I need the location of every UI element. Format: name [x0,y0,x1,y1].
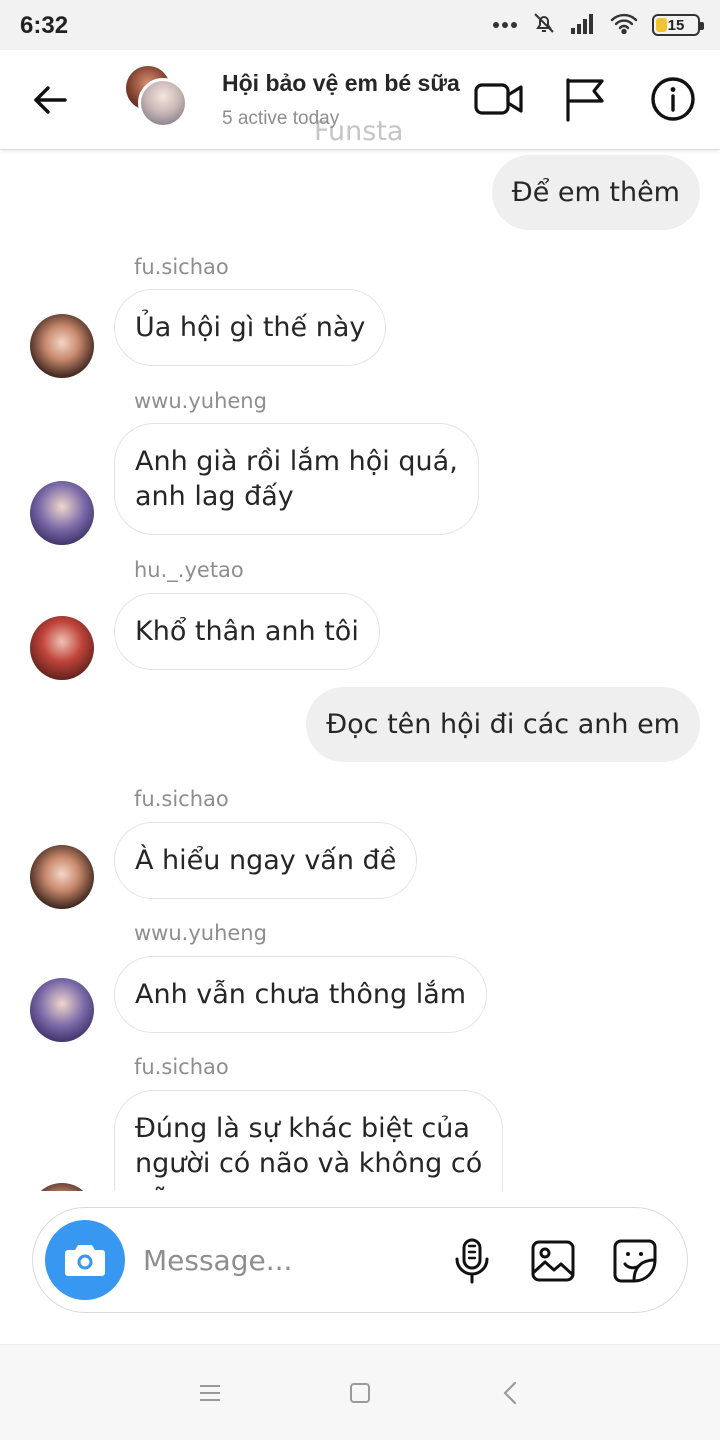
recents-button[interactable] [190,1377,230,1409]
incoming-message[interactable]: Ủa hội gì thế này [114,289,387,366]
image-gallery-icon [531,1240,575,1282]
sender-name: fu.sichao [134,255,229,279]
watermark: Funsta [314,116,404,147]
status-icons: 15 [492,11,704,40]
chat-title[interactable]: Hội bảo vệ em bé sữa [222,70,460,97]
message-text: Để em thêm [511,177,680,208]
sender-name: wwu.yuheng [134,389,267,413]
message-text: anh lag đấy [135,481,294,512]
sender-avatar[interactable] [30,978,94,1042]
chevron-left-icon [503,1381,517,1405]
menu-icon [200,1385,220,1401]
sender-avatar[interactable] [30,481,94,545]
video-camera-icon [474,83,523,115]
incoming-message[interactable]: Đúng là sự khác biệt của người có não và… [114,1090,504,1191]
voice-message-button[interactable] [447,1236,497,1286]
sender-name: wwu.yuheng [134,921,267,945]
incoming-message[interactable]: Anh già rồi lắm hội quá, anh lag đấy [114,423,479,535]
system-nav-bar [0,1344,720,1440]
message-text: Đúng là sự khác biệt của [135,1113,470,1144]
message-composer [32,1207,688,1313]
outgoing-message[interactable]: Để em thêm [491,155,700,230]
battery-level: 15 [667,16,685,34]
status-time: 6:32 [20,12,69,39]
signal-icon [570,12,596,39]
report-button[interactable] [558,72,612,126]
back-button[interactable] [28,78,72,122]
sender-avatar[interactable] [30,616,94,680]
message-text: À hiểu ngay vấn đề [135,845,397,876]
home-button[interactable] [340,1377,380,1409]
info-button[interactable] [646,72,700,126]
message-text: Ủa hội gì thế này [135,312,366,343]
alarm-off-icon [532,11,556,40]
system-back-button[interactable] [490,1377,530,1409]
message-text: Khổ thân anh tôi [135,616,359,647]
outgoing-message[interactable]: Đọc tên hội đi các anh em [306,687,700,762]
microphone-icon [455,1238,489,1284]
message-text: Anh vẫn chưa thông lắm [135,979,467,1010]
sender-avatar[interactable] [30,845,94,909]
sender-avatar[interactable] [30,1183,94,1191]
group-avatar-front [138,78,188,128]
sticker-icon [613,1239,657,1283]
incoming-message[interactable]: Anh vẫn chưa thông lắm [114,956,488,1033]
camera-icon [65,1245,105,1276]
wifi-icon [610,12,638,39]
more-dots-icon [492,16,518,34]
message-list[interactable]: Để em thêm fu.sichao Ủa hội gì thế này w… [0,151,720,1191]
back-arrow-icon [34,86,67,114]
message-input[interactable] [143,1236,433,1284]
sender-name: fu.sichao [134,787,229,811]
message-text: người có não và không có [135,1148,483,1179]
sticker-button[interactable] [610,1236,660,1286]
message-text: Đọc tên hội đi các anh em [326,709,680,740]
video-call-button[interactable] [472,72,526,126]
message-text: não [135,1181,482,1191]
group-avatar[interactable] [124,64,190,130]
sender-name: hu._.yetao [134,558,244,582]
sender-avatar[interactable] [30,314,94,378]
message-text: Anh già rồi lắm hội quá, [135,446,458,477]
home-square-icon [350,1383,370,1403]
info-icon [651,77,695,121]
sender-name: fu.sichao [134,1055,229,1079]
battery-icon: 15 [652,14,704,36]
incoming-message[interactable]: Khổ thân anh tôi [114,593,380,670]
chat-header: Hội bảo vệ em bé sữa 5 active today Funs… [0,50,720,150]
gallery-button[interactable] [528,1236,578,1286]
status-bar: 6:32 15 [0,0,720,50]
flag-icon [566,78,604,122]
camera-button[interactable] [45,1220,125,1300]
incoming-message[interactable]: À hiểu ngay vấn đề [114,822,418,899]
